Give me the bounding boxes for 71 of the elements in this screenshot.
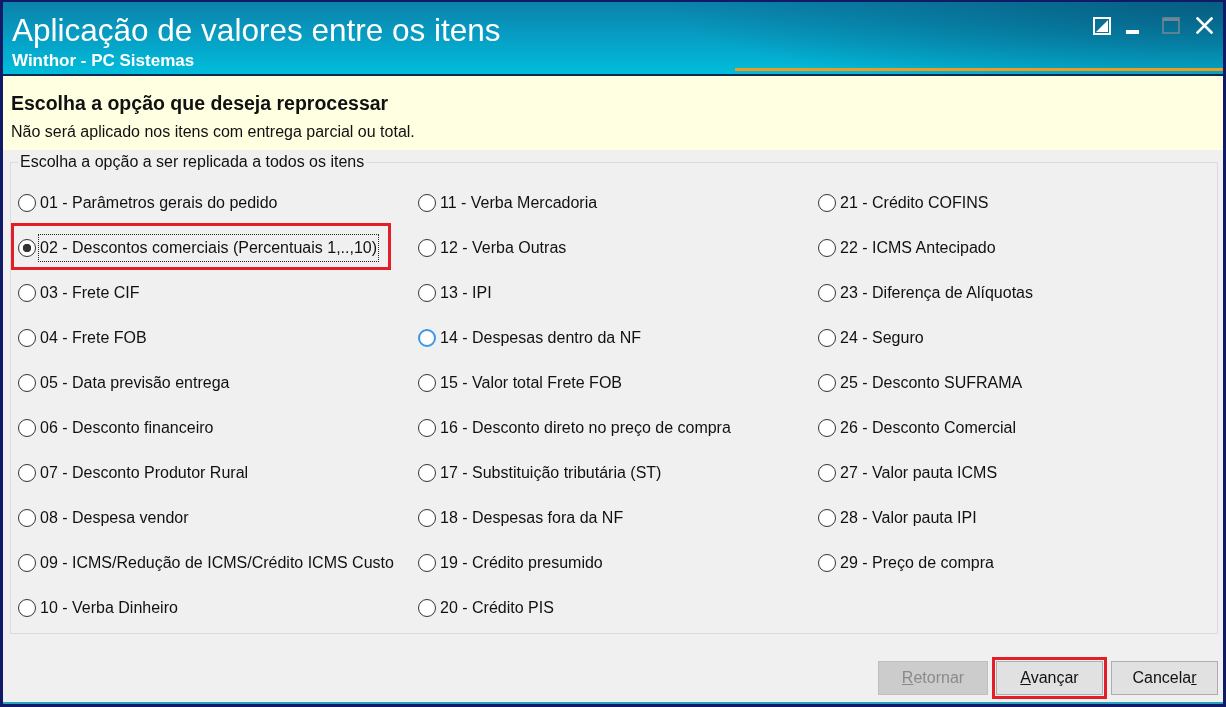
radio-button[interactable] xyxy=(18,284,36,302)
window-mode-button[interactable] xyxy=(1093,17,1111,35)
radio-button[interactable] xyxy=(18,554,36,572)
option-label[interactable]: 06 - Desconto financeiro xyxy=(38,414,216,442)
option-label[interactable]: 04 - Frete FOB xyxy=(38,324,149,352)
radio-button[interactable] xyxy=(818,329,836,347)
option-label[interactable]: 13 - IPI xyxy=(438,279,494,307)
app-name: Winthor - PC Sistemas xyxy=(12,51,196,70)
radio-button[interactable] xyxy=(818,239,836,257)
group-label: Escolha a opção a ser replicada a todos os itens xyxy=(19,153,366,171)
dialog-button[interactable]: Avançar xyxy=(996,660,1103,695)
banner-note: Não será aplicado nos itens com entrega parcial ou total. xyxy=(11,123,416,141)
option-label[interactable]: 10 - Verba Dinheiro xyxy=(38,594,180,622)
close-icon xyxy=(1196,17,1213,34)
option-label[interactable]: 16 - Desconto direto no preço de compra xyxy=(438,414,733,442)
radio-button[interactable] xyxy=(818,509,836,527)
radio-button[interactable] xyxy=(418,329,436,347)
option-label[interactable]: 17 - Substituição tributária (ST) xyxy=(438,459,664,487)
radio-button[interactable] xyxy=(818,374,836,392)
maximize-icon xyxy=(1162,17,1180,34)
radio-button[interactable] xyxy=(18,509,36,527)
option-label[interactable]: 18 - Despesas fora da NF xyxy=(438,504,626,532)
option-label[interactable]: 11 - Verba Mercadoria xyxy=(438,189,600,217)
radio-button[interactable] xyxy=(418,419,436,437)
radio-button[interactable] xyxy=(818,194,836,212)
dialog-button[interactable]: Cancelar xyxy=(1111,660,1218,695)
option-label[interactable]: 20 - Crédito PIS xyxy=(438,594,556,622)
option-label[interactable]: 28 - Valor pauta IPI xyxy=(838,504,979,532)
radio-button[interactable] xyxy=(18,374,36,392)
radio-button[interactable] xyxy=(18,239,36,257)
radio-button[interactable] xyxy=(18,599,36,617)
option-label[interactable]: 08 - Despesa vendor xyxy=(38,504,191,532)
option-label[interactable]: 21 - Crédito COFINS xyxy=(838,189,991,217)
option-label[interactable]: 02 - Descontos comerciais (Percentuais 1,..,10) xyxy=(38,234,380,262)
option-label[interactable]: 25 - Desconto SUFRAMA xyxy=(838,369,1025,397)
radio-button[interactable] xyxy=(418,509,436,527)
window-title: Aplicação de valores entre os itens xyxy=(12,13,501,47)
option-label[interactable]: 27 - Valor pauta ICMS xyxy=(838,459,1000,487)
radio-button[interactable] xyxy=(18,464,36,482)
radio-button[interactable] xyxy=(418,194,436,212)
option-label[interactable]: 14 - Despesas dentro da NF xyxy=(438,324,643,352)
option-label[interactable]: 15 - Valor total Frete FOB xyxy=(438,369,624,397)
radio-button[interactable] xyxy=(418,374,436,392)
banner-heading: Escolha a opção que deseja reprocessar xyxy=(11,92,390,114)
radio-button[interactable] xyxy=(418,599,436,617)
radio-button[interactable] xyxy=(418,554,436,572)
option-label[interactable]: 26 - Desconto Comercial xyxy=(838,414,1019,442)
radio-button[interactable] xyxy=(418,239,436,257)
radio-button[interactable] xyxy=(18,329,36,347)
option-label[interactable]: 29 - Preço de compra xyxy=(838,549,996,577)
radio-button[interactable] xyxy=(18,194,36,212)
option-label[interactable]: 23 - Diferença de Alíquotas xyxy=(838,279,1035,307)
radio-button[interactable] xyxy=(418,284,436,302)
option-label[interactable]: 03 - Frete CIF xyxy=(38,279,142,307)
option-label[interactable]: 19 - Crédito presumido xyxy=(438,549,605,577)
option-label[interactable]: 07 - Desconto Produtor Rural xyxy=(38,459,251,487)
option-label[interactable]: 22 - ICMS Antecipado xyxy=(838,234,998,262)
option-label[interactable]: 24 - Seguro xyxy=(838,324,926,352)
radio-button[interactable] xyxy=(818,464,836,482)
option-label[interactable]: 05 - Data previsão entrega xyxy=(38,369,232,397)
radio-button[interactable] xyxy=(818,419,836,437)
half-filled-square-icon xyxy=(1093,17,1111,35)
radio-button[interactable] xyxy=(418,464,436,482)
minimize-icon xyxy=(1126,30,1139,34)
radio-button[interactable] xyxy=(18,419,36,437)
option-label[interactable]: 01 - Parâmetros gerais do pedido xyxy=(38,189,280,217)
radio-button[interactable] xyxy=(818,554,836,572)
option-label[interactable]: 09 - ICMS/Redução de ICMS/Crédito ICMS Custo xyxy=(38,549,396,577)
close-button[interactable] xyxy=(1196,17,1213,34)
radio-button[interactable] xyxy=(818,284,836,302)
option-label[interactable]: 12 - Verba Outras xyxy=(438,234,569,262)
